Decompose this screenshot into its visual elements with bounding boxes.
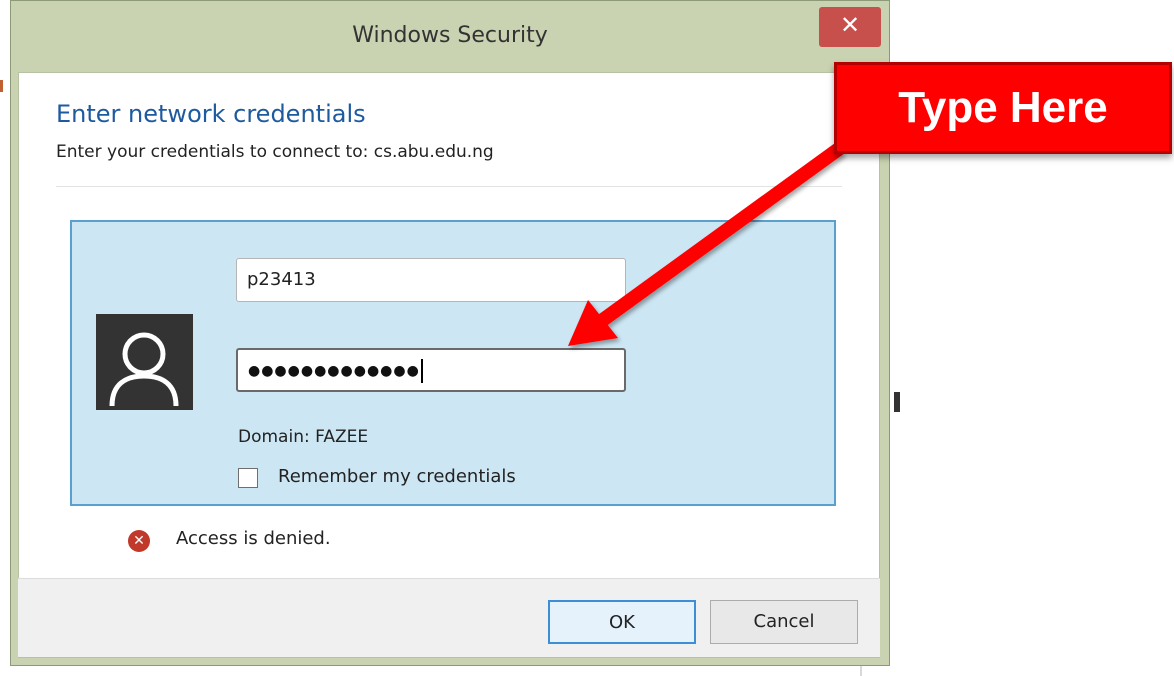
ok-button[interactable]: OK [548, 600, 696, 644]
username-field[interactable]: p23413 [236, 258, 626, 302]
dialog-heading: Enter network credentials [56, 100, 366, 128]
domain-label: Domain: FAZEE [238, 427, 369, 447]
separator [56, 186, 842, 187]
username-value: p23413 [247, 269, 316, 290]
cancel-button[interactable]: Cancel [710, 600, 858, 644]
error-x-icon: ✕ [128, 530, 150, 552]
text-caret [420, 359, 423, 383]
close-button[interactable]: ✕ [819, 7, 881, 47]
password-field[interactable]: ●●●●●●●●●●●●● [236, 348, 626, 392]
dialog-subheading: Enter your credentials to connect to: cs… [56, 142, 494, 162]
window-title: Windows Security [352, 23, 548, 48]
type-here-callout: Type Here [834, 62, 1172, 154]
remember-credentials-checkbox[interactable] [238, 468, 258, 488]
error-message: Access is denied. [176, 528, 331, 549]
password-mask: ●●●●●●●●●●●●● [248, 363, 420, 379]
user-avatar-icon [96, 314, 193, 410]
close-icon: ✕ [839, 11, 861, 39]
remember-credentials-label[interactable]: Remember my credentials [278, 466, 516, 487]
title-bar: Windows Security ✕ [11, 1, 889, 71]
